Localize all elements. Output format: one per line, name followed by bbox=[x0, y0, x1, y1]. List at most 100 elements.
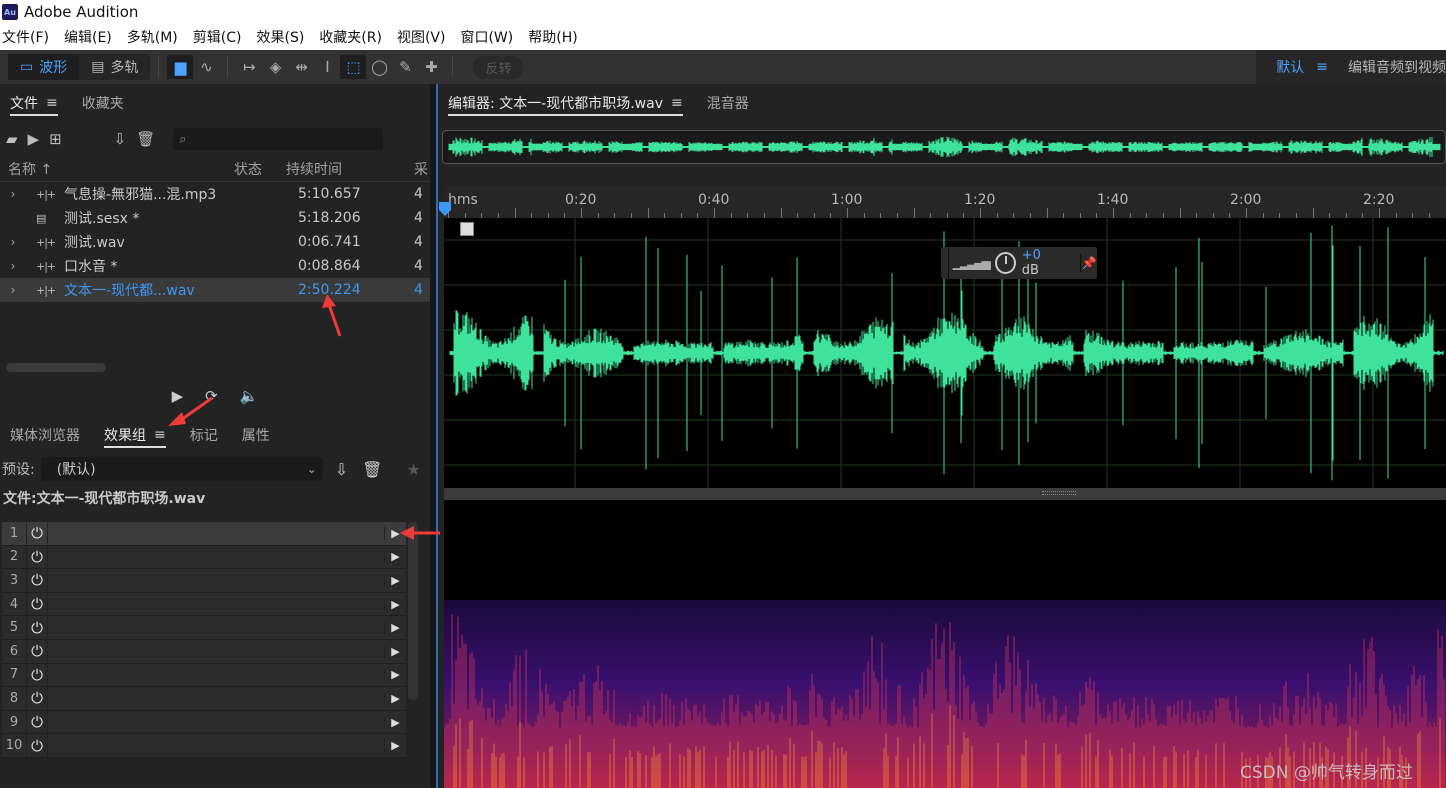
tab-favorites[interactable]: 收藏夹 bbox=[82, 84, 124, 122]
effect-slot[interactable] bbox=[48, 640, 384, 663]
power-icon[interactable]: ⏻ bbox=[26, 569, 48, 592]
loop-icon[interactable]: ⟳ bbox=[205, 387, 218, 405]
menu-file[interactable]: 文件(F) bbox=[1, 27, 49, 47]
effect-menu-arrow-icon[interactable]: ▶ bbox=[384, 644, 406, 658]
rack-slot[interactable]: 5 ⏻ ▶ bbox=[2, 616, 406, 640]
expand-chevron-icon[interactable]: › bbox=[6, 187, 20, 201]
hud-grip[interactable] bbox=[941, 247, 949, 279]
rack-slot[interactable]: 7 ⏻ ▶ bbox=[2, 663, 406, 688]
file-row-selected[interactable]: › +|+ 文本一-现代都...wav 2:50.224 4 bbox=[0, 278, 430, 302]
workspace-edit-audio-to-video[interactable]: 编辑音频到视频 bbox=[1348, 57, 1446, 77]
open-file-icon[interactable]: ▰ bbox=[6, 130, 18, 148]
power-icon[interactable]: ⏻ bbox=[26, 545, 48, 568]
expand-chevron-icon[interactable]: › bbox=[6, 259, 20, 273]
rack-scrollbar[interactable] bbox=[408, 522, 418, 700]
insert-into-multitrack-icon[interactable]: ⇩ bbox=[114, 130, 127, 148]
rack-slot[interactable]: 6 ⏻ ▶ bbox=[2, 639, 406, 664]
panel-menu-icon[interactable]: ≡ bbox=[154, 427, 166, 443]
delete-icon[interactable]: 🗑 bbox=[136, 130, 155, 148]
tab-mixer[interactable]: 混音器 bbox=[707, 84, 749, 122]
lasso-tool-icon[interactable]: ◯ bbox=[366, 55, 392, 79]
spectral-display[interactable] bbox=[444, 500, 1446, 788]
brush-tool-icon[interactable]: ✎ bbox=[392, 55, 418, 79]
menu-favorites[interactable]: 收藏夹(R) bbox=[318, 27, 382, 47]
multitrack-mode-button[interactable]: ▤ 多轨 bbox=[79, 54, 150, 80]
playhead-marker-icon[interactable] bbox=[439, 202, 451, 216]
effect-menu-arrow-icon[interactable]: ▶ bbox=[384, 739, 406, 753]
import-file-icon[interactable]: ▶ bbox=[28, 130, 40, 148]
play-icon[interactable]: ▶ bbox=[172, 387, 184, 405]
column-name[interactable]: 名称 ↑ bbox=[0, 159, 234, 179]
rack-slot[interactable]: 3 ⏻ ▶ bbox=[2, 569, 406, 593]
pin-icon[interactable]: 📌 bbox=[1079, 254, 1097, 272]
rack-slot[interactable]: 4 ⏻ ▶ bbox=[2, 592, 406, 617]
power-icon[interactable]: ⏻ bbox=[26, 616, 48, 639]
column-sample-rate[interactable]: 采 bbox=[414, 159, 428, 179]
rack-slot[interactable]: 9 ⏻ ▶ bbox=[2, 710, 406, 735]
file-row[interactable]: ▤ 测试.sesx * 5:18.206 4 bbox=[0, 206, 430, 230]
file-row[interactable]: › +|+ 口水音 * 0:08.864 4 bbox=[0, 254, 430, 278]
expand-chevron-icon[interactable]: › bbox=[6, 235, 20, 249]
column-status[interactable]: 状态 bbox=[234, 159, 286, 179]
file-row[interactable]: › +|+ 测试.wav 0:06.741 4 bbox=[0, 230, 430, 254]
time-ruler[interactable]: hms 0:20 0:40 1:00 1:20 1:40 2:00 2:20 bbox=[444, 186, 1446, 218]
rack-slot[interactable]: 8 ⏻ ▶ bbox=[2, 687, 406, 711]
spot-healing-icon[interactable]: ✚ bbox=[418, 55, 444, 79]
effect-slot[interactable] bbox=[48, 593, 384, 616]
show-waveform-icon[interactable]: ▆ bbox=[167, 55, 194, 79]
files-horizontal-scrollbar[interactable] bbox=[6, 363, 106, 372]
zoom-toggle-icon[interactable] bbox=[460, 222, 474, 236]
razor-tool-icon[interactable]: ◈ bbox=[262, 55, 288, 79]
panel-menu-icon[interactable]: ≡ bbox=[46, 95, 58, 111]
rack-slot[interactable]: 10 ⏻ ▶ bbox=[2, 734, 406, 758]
favorite-star-icon[interactable]: ★ bbox=[406, 460, 420, 479]
power-icon[interactable]: ⏻ bbox=[26, 522, 48, 545]
menu-edit[interactable]: 编辑(E) bbox=[63, 27, 112, 47]
effect-menu-arrow-icon[interactable]: ▶ bbox=[384, 597, 406, 611]
effect-menu-arrow-icon[interactable]: ▶ bbox=[384, 668, 406, 682]
autoplay-speaker-icon[interactable]: 🔈 bbox=[240, 387, 259, 405]
gain-value[interactable]: +0 dB bbox=[1022, 248, 1060, 278]
tab-editor[interactable]: 编辑器: 文本一-现代都市职场.wav ≡ bbox=[448, 84, 683, 122]
column-duration[interactable]: 持续时间 bbox=[286, 159, 414, 179]
spectral-splitter[interactable] bbox=[444, 488, 1446, 500]
effect-menu-arrow-icon[interactable]: ▶ bbox=[384, 526, 406, 540]
power-icon[interactable]: ⏻ bbox=[26, 687, 48, 710]
menu-help[interactable]: 帮助(H) bbox=[527, 27, 577, 47]
slip-tool-icon[interactable]: ⇹ bbox=[288, 55, 314, 79]
move-tool-icon[interactable]: ↦ bbox=[236, 55, 262, 79]
power-icon[interactable]: ⏻ bbox=[26, 734, 48, 757]
delete-preset-icon[interactable]: 🗑 bbox=[362, 460, 382, 479]
power-icon[interactable]: ⏻ bbox=[26, 593, 48, 616]
power-icon[interactable]: ⏻ bbox=[26, 711, 48, 734]
tab-effects-rack[interactable]: 效果组 ≡ bbox=[104, 416, 166, 454]
effect-slot[interactable] bbox=[48, 569, 384, 592]
marquee-tool-icon[interactable]: ⬚ bbox=[340, 55, 367, 79]
show-spectral-icon[interactable]: ∿ bbox=[193, 55, 219, 79]
rack-slot[interactable]: 1 ⏻ ▶ bbox=[2, 522, 406, 546]
time-selection-tool-icon[interactable]: I bbox=[314, 55, 340, 79]
effect-slot[interactable] bbox=[48, 546, 384, 569]
expand-chevron-icon[interactable]: › bbox=[6, 283, 20, 297]
files-search-input[interactable]: ⌕ bbox=[173, 128, 384, 150]
effect-slot[interactable] bbox=[48, 664, 384, 687]
gain-knob-icon[interactable] bbox=[994, 252, 1016, 274]
effect-slot[interactable] bbox=[48, 687, 384, 710]
tab-markers[interactable]: 标记 bbox=[190, 416, 218, 454]
save-preset-icon[interactable]: ⇩ bbox=[335, 460, 348, 479]
waveform-overview[interactable] bbox=[442, 130, 1446, 164]
tab-files[interactable]: 文件 ≡ bbox=[10, 84, 58, 122]
file-row[interactable]: › +|+ 气息操-無邪猫...混.mp3 5:10.657 4 bbox=[0, 182, 430, 206]
menu-effects[interactable]: 效果(S) bbox=[255, 27, 304, 47]
effect-slot[interactable] bbox=[48, 711, 384, 734]
menu-multitrack[interactable]: 多轨(M) bbox=[126, 27, 178, 47]
tab-properties[interactable]: 属性 bbox=[242, 416, 270, 454]
effect-menu-arrow-icon[interactable]: ▶ bbox=[384, 550, 406, 564]
effect-slot[interactable] bbox=[48, 616, 384, 639]
preset-dropdown[interactable]: (默认) ⌄ bbox=[40, 457, 323, 481]
workspace-menu-icon[interactable]: ≡ bbox=[1316, 59, 1328, 75]
effect-slot[interactable] bbox=[48, 734, 384, 757]
effect-slot[interactable] bbox=[48, 522, 384, 545]
invert-button[interactable]: 反转 bbox=[473, 55, 524, 79]
power-icon[interactable]: ⏻ bbox=[26, 640, 48, 663]
